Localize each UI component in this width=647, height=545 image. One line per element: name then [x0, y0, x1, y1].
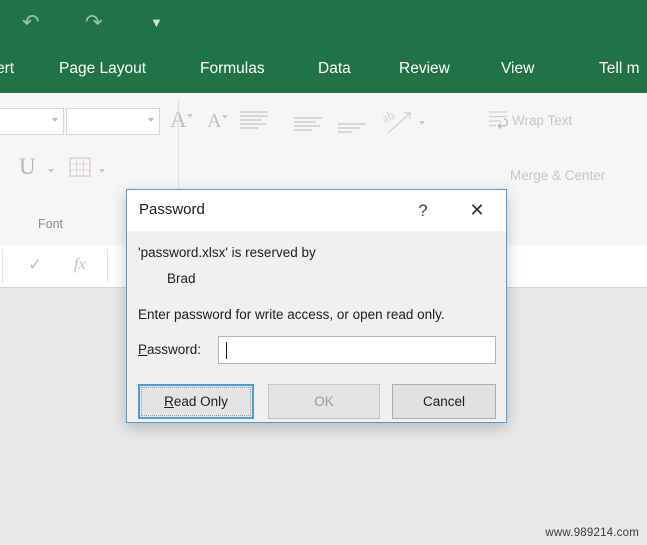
font-name-combo[interactable] [0, 108, 64, 135]
font-size-combo[interactable] [66, 108, 160, 135]
borders-caret-icon [99, 169, 105, 173]
tab-tell-me[interactable]: Tell m [595, 45, 643, 93]
chevron-down-icon[interactable]: ▼ [150, 16, 163, 29]
tab-view[interactable]: View [497, 45, 538, 93]
read-only-label-rest: ead Only [173, 394, 228, 409]
instruction-message: Enter password for write access, or open… [138, 307, 445, 322]
enter-checkmark-icon[interactable]: ✓ [28, 255, 42, 275]
undo-icon[interactable]: ↶ [22, 12, 40, 33]
tab-formulas[interactable]: Formulas [196, 45, 269, 93]
orientation-caret-icon [419, 121, 425, 125]
formula-bar-divider [107, 249, 108, 283]
watermark-text: www.989214.com [545, 527, 639, 539]
orientation-icon[interactable]: ab [382, 107, 416, 137]
quick-access-toolbar: ↶ ↷ ▼ [0, 0, 647, 45]
insert-function-icon[interactable]: fx [74, 256, 86, 274]
svg-text:ab: ab [382, 107, 397, 126]
merge-and-center-label[interactable]: Merge & Center [510, 168, 605, 183]
dialog-title: Password [139, 201, 205, 218]
cancel-button[interactable]: Cancel [392, 384, 496, 419]
tab-review[interactable]: Review [395, 45, 454, 93]
tab-page-layout[interactable]: Page Layout [55, 45, 150, 93]
chevron-down-icon [52, 118, 58, 122]
decrease-font-size-icon[interactable]: A [207, 110, 221, 133]
excel-application-window: ↶ ↷ ▼ ert Page Layout Formulas Data Revi… [0, 0, 647, 545]
ok-button[interactable]: OK [268, 384, 380, 419]
close-icon[interactable]: ✕ [460, 197, 494, 225]
password-label: Password: [138, 342, 201, 357]
wrap-text-label[interactable]: Wrap Text [512, 113, 572, 128]
read-only-button[interactable]: Read Only [138, 384, 254, 419]
read-only-accelerator: R [164, 394, 174, 409]
reserved-message: 'password.xlsx' is reserved by [138, 245, 316, 260]
text-cursor [226, 342, 227, 359]
password-input[interactable] [218, 336, 496, 364]
redo-icon[interactable]: ↷ [85, 12, 103, 33]
borders-icon[interactable] [68, 155, 92, 179]
group-label-font: Font [38, 217, 64, 231]
password-label-rest: assword: [147, 342, 202, 357]
increase-font-size-caret-icon [187, 114, 193, 118]
help-icon[interactable]: ? [408, 197, 438, 225]
top-align-icon[interactable] [240, 111, 268, 131]
underline-icon[interactable]: U [19, 154, 36, 180]
wrap-text-icon[interactable] [487, 109, 509, 131]
reserved-by-user: Brad [167, 271, 196, 286]
underline-caret-icon [48, 169, 54, 173]
read-only-button-focus-ring: Read Only [141, 387, 251, 416]
dialog-title-bar: Password ? ✕ [127, 190, 506, 231]
ribbon-tab-bar: ert Page Layout Formulas Data Review Vie… [0, 45, 647, 114]
tab-insert[interactable]: ert [0, 45, 18, 93]
formula-bar-divider [2, 249, 3, 283]
chevron-down-icon [148, 118, 154, 122]
bottom-align-icon[interactable] [338, 123, 366, 135]
decrease-font-size-caret-icon [222, 115, 228, 119]
middle-align-icon[interactable] [294, 117, 322, 133]
password-dialog: Password ? ✕ 'password.xlsx' is reserved… [126, 189, 507, 423]
password-label-accelerator: P [138, 342, 148, 357]
dialog-body: 'password.xlsx' is reserved by Brad Ente… [127, 231, 506, 422]
tab-data[interactable]: Data [314, 45, 355, 93]
